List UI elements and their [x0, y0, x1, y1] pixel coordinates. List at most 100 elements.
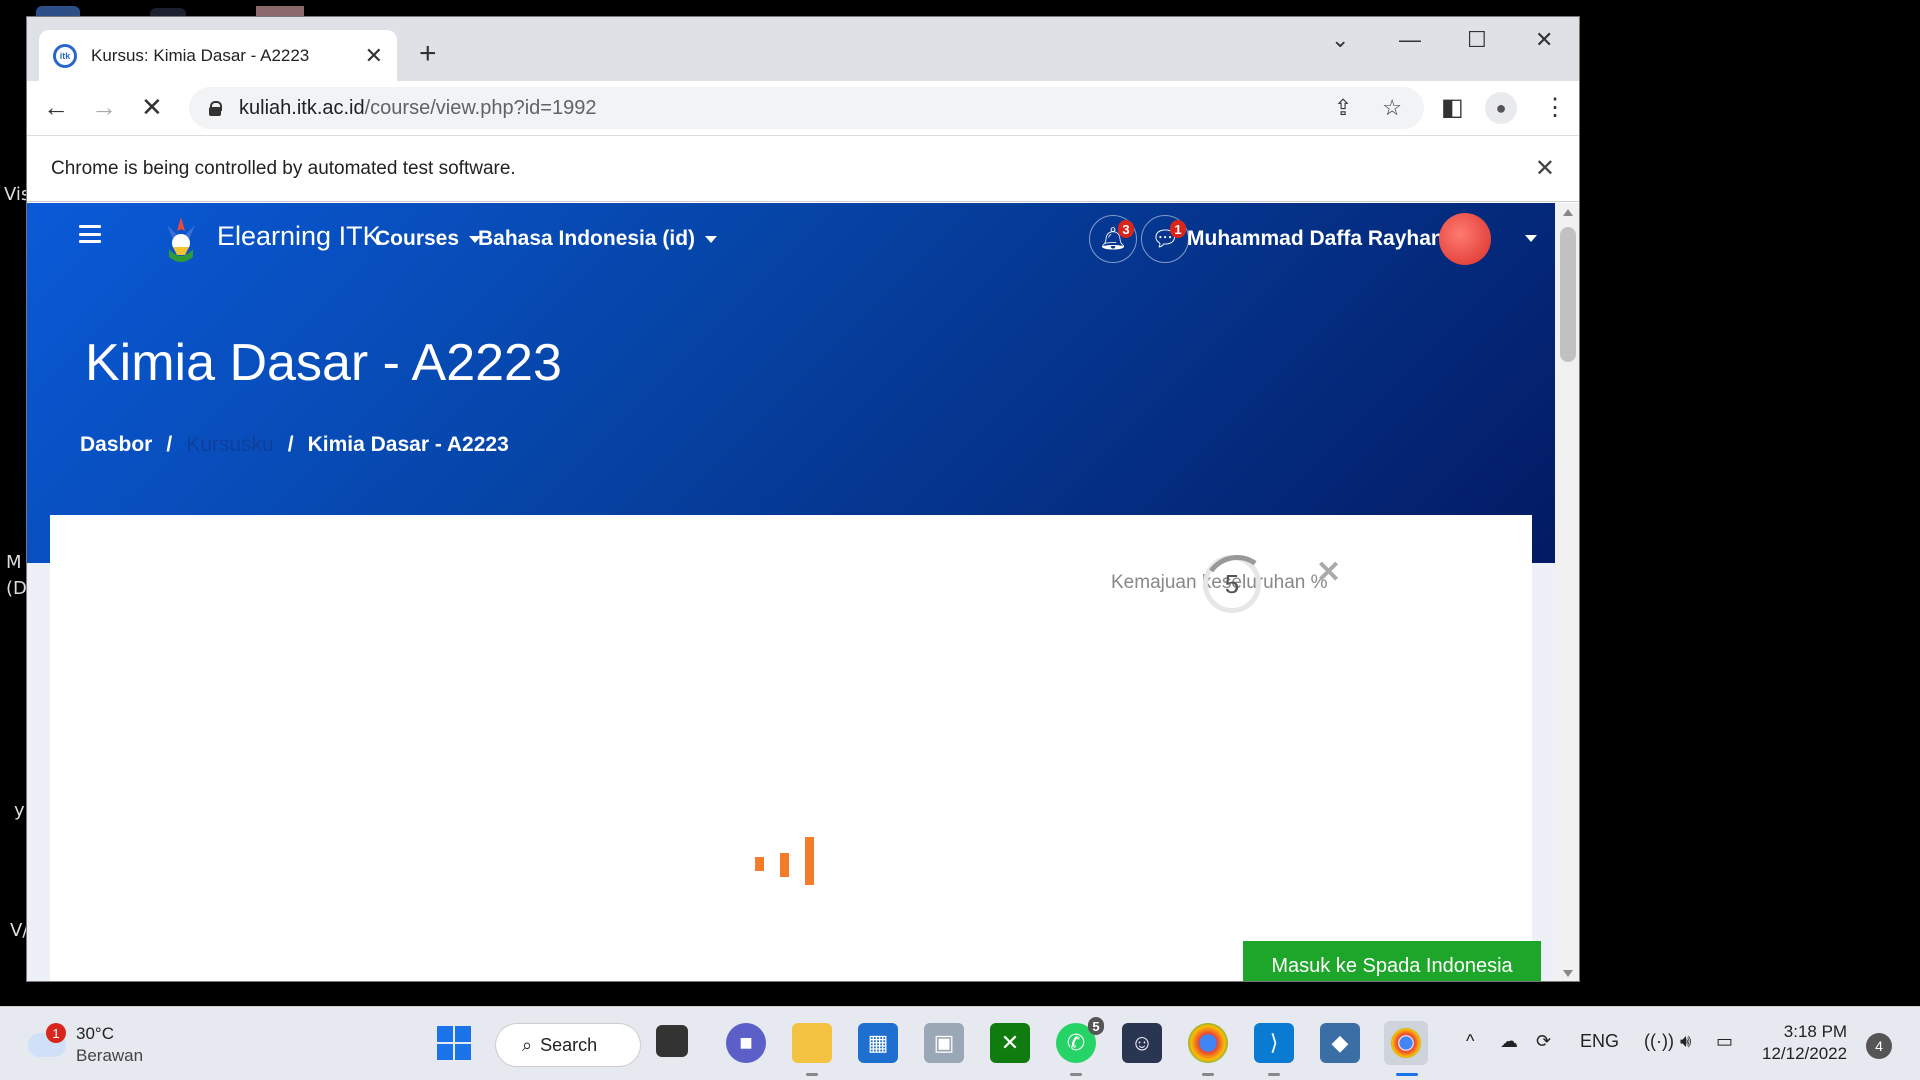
language-menu-label: Bahasa Indonesia (id) — [478, 227, 696, 250]
app-icon[interactable]: ☺ — [1122, 1023, 1162, 1063]
desktop-top-thumbnails — [0, 0, 320, 16]
breadcrumb-current[interactable]: Kimia Dasar - A2223 — [308, 433, 509, 457]
volume-icon[interactable]: 🔊︎ — [1680, 1031, 1691, 1052]
itk-logo-icon[interactable] — [159, 213, 203, 267]
progress-ring: 5 — [1203, 555, 1261, 613]
desktop-fragment: M — [6, 552, 22, 573]
messages-button[interactable]: 💬︎ 1 — [1141, 215, 1189, 263]
task-view-icon[interactable] — [656, 1025, 688, 1057]
loading-spinner-icon — [755, 835, 815, 885]
cloud-icon: 1 — [28, 1023, 66, 1057]
tab-close-icon[interactable]: ✕ — [365, 43, 383, 69]
url-host: kuliah.itk.ac.id — [239, 96, 365, 119]
weather-widget[interactable]: 1 30°C Berawan — [28, 1023, 143, 1067]
battery-icon[interactable]: ▭ — [1716, 1031, 1733, 1052]
desktop-fragment: (D — [6, 578, 27, 599]
tab-strip: itk Kursus: Kimia Dasar - A2223 ✕ + ⌄ — … — [27, 17, 1579, 81]
side-panel-icon[interactable]: ◧ — [1441, 93, 1464, 122]
scroll-down-arrow-icon[interactable] — [1563, 970, 1573, 977]
chevron-up-icon[interactable]: ^ — [1466, 1031, 1474, 1052]
whatsapp-badge: 5 — [1088, 1017, 1104, 1035]
notifications-badge: 3 — [1118, 220, 1134, 238]
tab-search-icon[interactable]: ⌄ — [1331, 27, 1349, 53]
breadcrumb-separator: / — [166, 433, 173, 456]
onedrive-cloud-icon[interactable]: ☁ — [1500, 1031, 1518, 1052]
chrome-active-icon[interactable] — [1384, 1021, 1428, 1065]
clock[interactable]: 3:18 PM 12/12/2022 — [1762, 1021, 1847, 1065]
top-navbar: Elearning ITK Courses Bahasa Indonesia (… — [27, 203, 1555, 275]
maximize-button[interactable]: ☐ — [1467, 27, 1487, 53]
language-menu[interactable]: Bahasa Indonesia (id) — [478, 227, 718, 251]
wifi-icon[interactable]: ((·)) — [1644, 1031, 1674, 1052]
app-icon[interactable]: ▣ — [924, 1023, 964, 1063]
user-menu-caret-icon[interactable] — [1525, 235, 1537, 242]
infobar-text: Chrome is being controlled by automated … — [51, 157, 516, 179]
page-scrollbar[interactable] — [1555, 203, 1579, 981]
browser-window: itk Kursus: Kimia Dasar - A2223 ✕ + ⌄ — … — [26, 16, 1580, 982]
breadcrumb-dasbor[interactable]: Dasbor — [80, 433, 152, 457]
taskbar-search[interactable]: ⌕ Search — [495, 1023, 641, 1067]
vscode-icon[interactable]: ⟩ — [1254, 1023, 1294, 1063]
breadcrumb-kursusku[interactable]: Kursusku — [186, 433, 274, 457]
messages-badge: 1 — [1170, 220, 1186, 238]
search-icon: ⌕ — [522, 1034, 533, 1055]
forward-button[interactable]: → — [91, 94, 117, 120]
bookmark-star-icon[interactable]: ☆ — [1382, 95, 1402, 121]
user-avatar[interactable] — [1439, 213, 1491, 265]
breadcrumb: Dasbor / Kursusku / Kimia Dasar - A2223 — [80, 433, 509, 457]
profile-icon[interactable]: ● — [1485, 92, 1517, 124]
clock-date: 12/12/2022 — [1762, 1044, 1848, 1063]
notification-center-badge[interactable]: 4 — [1866, 1033, 1892, 1059]
xbox-icon[interactable]: ✕ — [990, 1023, 1030, 1063]
taskbar: 1 30°C Berawan ⌕ Search ■ ▦ ▣ ✕ ✆ 5 ☺ ⟩ … — [0, 1006, 1920, 1080]
share-icon[interactable]: ⇪ — [1334, 95, 1352, 121]
courses-menu[interactable]: Courses — [375, 227, 482, 251]
scrollbar-thumb[interactable] — [1560, 227, 1576, 362]
close-icon[interactable]: ✕ — [1316, 555, 1341, 590]
back-button[interactable]: ← — [43, 94, 69, 120]
file-explorer-icon[interactable] — [792, 1023, 832, 1063]
progress-value: 5 — [1224, 568, 1240, 599]
user-name[interactable]: Muhammad Daffa Rayhan — [1187, 227, 1444, 251]
notifications-button[interactable]: 🔔︎ 3 — [1089, 215, 1137, 263]
lock-icon[interactable] — [209, 101, 222, 116]
stop-loading-button[interactable]: ✕ — [141, 94, 163, 120]
tab-active[interactable]: itk Kursus: Kimia Dasar - A2223 ✕ — [39, 30, 397, 81]
url-path: /course/view.php?id=1992 — [364, 96, 597, 119]
caret-down-icon — [705, 235, 718, 243]
sync-icon[interactable]: ⟳ — [1536, 1031, 1551, 1052]
page-title: Kimia Dasar - A2223 — [85, 334, 562, 392]
chrome-menu-icon[interactable]: ⋮ — [1543, 93, 1567, 122]
page-content: Elearning ITK Courses Bahasa Indonesia (… — [27, 203, 1555, 981]
language-indicator[interactable]: ENG — [1580, 1031, 1619, 1052]
windows-start-icon[interactable] — [434, 1023, 474, 1063]
weather-badge: 1 — [46, 1023, 66, 1043]
whatsapp-icon[interactable]: ✆ 5 — [1056, 1017, 1104, 1063]
tab-title: Kursus: Kimia Dasar - A2223 — [91, 45, 310, 65]
breadcrumb-separator: / — [287, 433, 294, 456]
minimize-button[interactable]: — — [1399, 27, 1421, 53]
hamburger-menu-icon[interactable] — [79, 225, 101, 243]
new-tab-button[interactable]: + — [419, 39, 437, 69]
temperature: 30°C — [76, 1024, 114, 1043]
spada-indonesia-button[interactable]: Masuk ke Spada Indonesia — [1243, 941, 1541, 981]
chrome-profile-icon[interactable] — [1188, 1023, 1228, 1063]
automation-infobar: Chrome is being controlled by automated … — [27, 136, 1579, 202]
desktop-fragment: y — [14, 800, 25, 821]
address-bar[interactable]: kuliah.itk.ac.id/course/view.php?id=1992… — [189, 87, 1424, 129]
scroll-up-arrow-icon[interactable] — [1563, 209, 1573, 216]
close-window-button[interactable]: ✕ — [1535, 27, 1553, 53]
browser-toolbar: ← → ✕ kuliah.itk.ac.id/course/view.php?i… — [27, 81, 1579, 136]
clock-time: 3:18 PM — [1783, 1022, 1848, 1041]
teams-chat-icon[interactable]: ■ — [726, 1023, 766, 1063]
weather-condition: Berawan — [76, 1046, 144, 1065]
site-brand[interactable]: Elearning ITK — [217, 221, 381, 252]
microsoft-store-icon[interactable]: ▦ — [858, 1023, 898, 1063]
courses-menu-label: Courses — [375, 227, 460, 250]
python-icon[interactable]: ◆ — [1320, 1023, 1360, 1063]
site-favicon-icon: itk — [53, 43, 77, 68]
course-header: Elearning ITK Courses Bahasa Indonesia (… — [27, 203, 1555, 563]
search-label: Search — [540, 1034, 598, 1055]
infobar-close-icon[interactable]: ✕ — [1535, 154, 1555, 183]
course-card: Kemajuan keseluruhan % 5 ✕ — [50, 515, 1532, 981]
